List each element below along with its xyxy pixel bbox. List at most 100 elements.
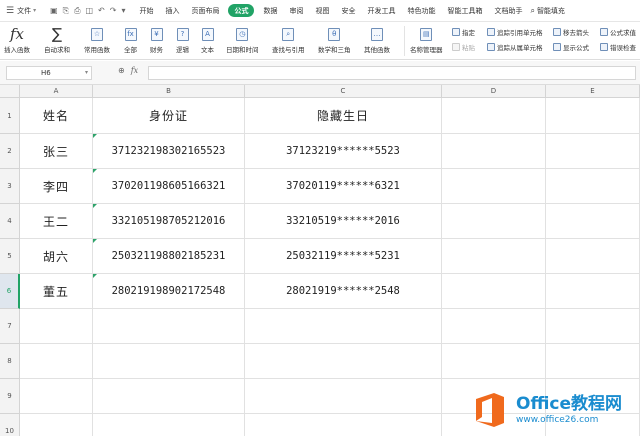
empty-cell[interactable] — [442, 239, 546, 274]
header-cell-hidden-birthday[interactable]: 隐藏生日 — [245, 98, 442, 134]
lookup-reference-button[interactable]: ⌕ 查找与引用 — [272, 24, 305, 54]
empty-cell[interactable] — [546, 309, 640, 344]
select-all-corner[interactable] — [0, 85, 20, 98]
empty-cell[interactable] — [93, 309, 245, 344]
empty-cell[interactable] — [546, 239, 640, 274]
empty-cell[interactable] — [245, 309, 442, 344]
tab-special-features[interactable]: 特色功能 — [401, 0, 441, 22]
row-header-10[interactable]: 10 — [0, 414, 20, 436]
tab-data[interactable]: 数据 — [257, 0, 283, 22]
id-cell[interactable]: 371232198302165523 — [93, 134, 245, 169]
paste-name-button[interactable]: 粘贴 — [452, 42, 475, 52]
more-icon[interactable]: ▾ — [121, 6, 125, 15]
row-header-4[interactable]: 4 — [0, 204, 20, 239]
math-trig-button[interactable]: θ 数学和三角 — [318, 24, 351, 54]
empty-cell[interactable] — [442, 134, 546, 169]
tab-doc-assistant[interactable]: 文档助手 — [488, 0, 528, 22]
empty-cell[interactable] — [442, 344, 546, 379]
tab-review[interactable]: 审阅 — [283, 0, 309, 22]
empty-cell[interactable] — [245, 344, 442, 379]
specify-button[interactable]: 指定 — [452, 27, 475, 37]
date-time-button[interactable]: ◷ 日期和时间 — [226, 24, 259, 54]
undo-icon[interactable]: ↶ — [98, 6, 105, 15]
empty-cell[interactable] — [93, 344, 245, 379]
tab-developer[interactable]: 开发工具 — [361, 0, 401, 22]
id-cell[interactable]: 332105198705212016 — [93, 204, 245, 239]
export-icon[interactable]: ⎘ — [63, 6, 69, 16]
tab-page-layout[interactable]: 页面布局 — [185, 0, 225, 22]
preview-icon[interactable]: ◫ — [85, 6, 93, 15]
file-menu[interactable]: ☰ 文件 ▾ — [0, 0, 42, 22]
row-header-7[interactable]: 7 — [0, 309, 20, 344]
empty-cell[interactable] — [546, 98, 640, 134]
column-header-e[interactable]: E — [546, 85, 640, 98]
formula-input[interactable] — [148, 66, 636, 80]
fx-icon[interactable]: fx — [131, 66, 138, 75]
row-header-5[interactable]: 5 — [0, 239, 20, 274]
row-header-8[interactable]: 8 — [0, 344, 20, 379]
all-functions-button[interactable]: fx 全部 — [124, 24, 137, 54]
row-header-6[interactable]: 6 — [0, 274, 20, 309]
name-cell[interactable]: 李四 — [20, 169, 93, 204]
empty-cell[interactable] — [20, 344, 93, 379]
common-functions-button[interactable]: ☆ 常用函数 — [84, 24, 110, 54]
tab-security[interactable]: 安全 — [335, 0, 361, 22]
show-formulas-button[interactable]: 显示公式 — [553, 42, 589, 52]
column-header-b[interactable]: B — [93, 85, 245, 98]
remove-arrows-button[interactable]: 移去箭头 — [553, 27, 589, 37]
empty-cell[interactable] — [93, 414, 245, 436]
trace-precedents-button[interactable]: 追踪引用单元格 — [487, 27, 543, 37]
save-icon[interactable]: ▣ — [50, 6, 58, 15]
empty-cell[interactable] — [546, 274, 640, 309]
id-cell[interactable]: 250321198802185231 — [93, 239, 245, 274]
smart-fill-search[interactable]: ⌕ 智能填充 — [530, 6, 564, 16]
insert-function-button[interactable]: fx 插入函数 — [4, 24, 30, 54]
header-cell-id[interactable]: 身份证 — [93, 98, 245, 134]
logical-button[interactable]: ? 逻辑 — [176, 24, 189, 54]
id-cell[interactable]: 280219198902172548 — [93, 274, 245, 309]
empty-cell[interactable] — [546, 134, 640, 169]
chevron-down-icon[interactable]: ▾ — [85, 69, 88, 76]
autosum-button[interactable]: ∑ 自动求和 — [44, 24, 70, 54]
empty-cell[interactable] — [442, 309, 546, 344]
empty-cell[interactable] — [546, 344, 640, 379]
zoom-icon[interactable]: ⊕ — [118, 66, 125, 75]
tab-formulas[interactable]: 公式 — [228, 4, 255, 17]
name-cell[interactable]: 张三 — [20, 134, 93, 169]
error-check-button[interactable]: 错误检查 — [600, 42, 636, 52]
tab-home[interactable]: 开始 — [133, 0, 159, 22]
hidden-birthday-cell[interactable]: 28021919******2548 — [245, 274, 442, 309]
empty-cell[interactable] — [20, 379, 93, 414]
other-functions-button[interactable]: … 其他函数 — [364, 24, 390, 54]
name-manager-button[interactable]: ▤ 名称管理器 — [410, 24, 443, 54]
empty-cell[interactable] — [442, 274, 546, 309]
empty-cell[interactable] — [442, 204, 546, 239]
row-header-9[interactable]: 9 — [0, 379, 20, 414]
row-header-3[interactable]: 3 — [0, 169, 20, 204]
name-cell[interactable]: 胡六 — [20, 239, 93, 274]
column-header-a[interactable]: A — [20, 85, 93, 98]
row-header-1[interactable]: 1 — [0, 98, 20, 134]
tab-insert[interactable]: 插入 — [159, 0, 185, 22]
row-header-2[interactable]: 2 — [0, 134, 20, 169]
column-header-c[interactable]: C — [245, 85, 442, 98]
name-box[interactable]: H6 ▾ — [6, 66, 92, 80]
empty-cell[interactable] — [442, 98, 546, 134]
hidden-birthday-cell[interactable]: 37123219******5523 — [245, 134, 442, 169]
print-icon[interactable]: ⎙ — [74, 6, 80, 16]
hidden-birthday-cell[interactable]: 37020119******6321 — [245, 169, 442, 204]
empty-cell[interactable] — [245, 414, 442, 436]
tab-smart-toolbox[interactable]: 智能工具箱 — [441, 0, 488, 22]
empty-cell[interactable] — [93, 379, 245, 414]
empty-cell[interactable] — [20, 414, 93, 436]
trace-dependents-button[interactable]: 追踪从属单元格 — [487, 42, 543, 52]
name-cell[interactable]: 董五 — [20, 274, 93, 309]
empty-cell[interactable] — [546, 204, 640, 239]
header-cell-name[interactable]: 姓名 — [20, 98, 93, 134]
hidden-birthday-cell[interactable]: 25032119******5231 — [245, 239, 442, 274]
column-header-d[interactable]: D — [442, 85, 546, 98]
text-functions-button[interactable]: A 文本 — [201, 24, 214, 54]
empty-cell[interactable] — [245, 379, 442, 414]
formula-eval-button[interactable]: 公式求值 — [600, 27, 636, 37]
financial-button[interactable]: ¥ 财务 — [150, 24, 163, 54]
